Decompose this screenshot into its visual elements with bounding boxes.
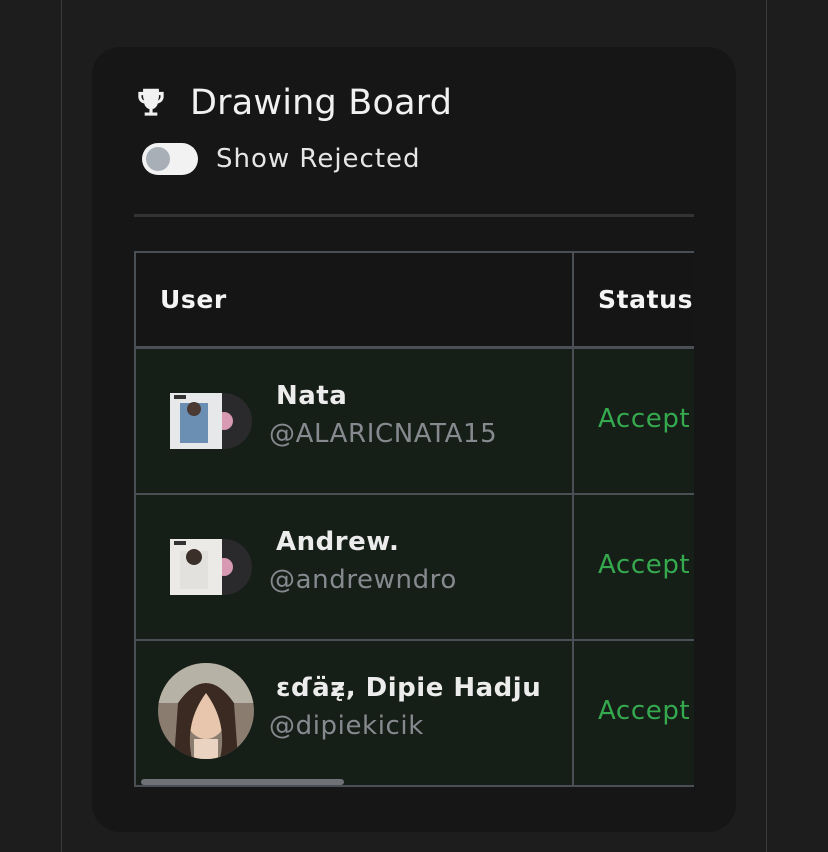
show-rejected-control: Show Rejected	[142, 141, 421, 177]
header-divider	[134, 214, 694, 217]
frame-divider-right	[766, 0, 767, 852]
submissions-table[interactable]: User Status Nata @ALARICNATA15 Accept An…	[134, 251, 694, 791]
album-cover-avatar	[170, 393, 252, 449]
table-row[interactable]: ɛɗäƶ̨, Dipie Hadju @dipiekicik Accept	[134, 641, 694, 787]
profile-photo-avatar	[158, 663, 254, 759]
column-header-user: User	[160, 285, 227, 314]
table-row[interactable]: Andrew. @andrewndro Accept	[134, 495, 694, 641]
status-cell: Accept	[574, 641, 694, 785]
board-title: Drawing Board	[190, 83, 453, 123]
status-badge: Accept	[598, 696, 691, 726]
user-handle: @dipiekicik	[269, 711, 424, 741]
album-cover-avatar	[170, 539, 252, 595]
toggle-knob	[146, 147, 170, 171]
frame-divider-left	[61, 0, 62, 852]
trophy-icon	[138, 88, 164, 116]
status-badge: Accept	[598, 550, 691, 580]
show-rejected-label: Show Rejected	[216, 144, 421, 174]
status-cell: Accept	[574, 495, 694, 639]
header-cell-user: User	[134, 253, 574, 346]
user-handle: @andrewndro	[269, 565, 457, 595]
header-cell-status: Status	[574, 253, 694, 346]
user-cell: Andrew. @andrewndro	[134, 495, 574, 639]
drawing-board-card: Drawing Board Show Rejected User Status	[92, 47, 736, 832]
column-header-status: Status	[598, 285, 694, 314]
table-header-row: User Status	[134, 251, 694, 349]
user-display-name: Nata	[276, 381, 348, 411]
user-cell: Nata @ALARICNATA15	[134, 349, 574, 493]
status-cell: Accept	[574, 349, 694, 493]
user-display-name: ɛɗäƶ̨, Dipie Hadju	[276, 673, 542, 703]
table-row[interactable]: Nata @ALARICNATA15 Accept	[134, 349, 694, 495]
show-rejected-toggle[interactable]	[142, 143, 198, 175]
user-display-name: Andrew.	[276, 527, 400, 557]
user-cell: ɛɗäƶ̨, Dipie Hadju @dipiekicik	[134, 641, 574, 785]
status-badge: Accept	[598, 404, 691, 434]
card-header: Drawing Board	[132, 81, 452, 125]
horizontal-scrollbar[interactable]	[141, 779, 344, 785]
user-handle: @ALARICNATA15	[269, 419, 498, 449]
